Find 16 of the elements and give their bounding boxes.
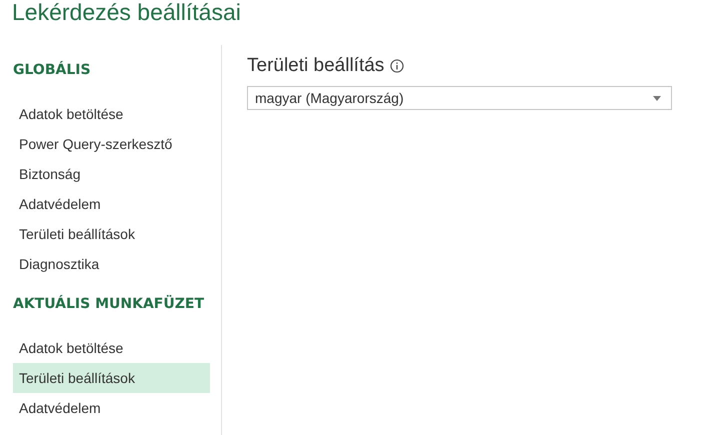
sidebar-heading: GLOBÁLIS — [12, 63, 92, 80]
sidebar-item[interactable]: Power Query-szerkesztő — [13, 129, 210, 159]
caret-icon — [653, 96, 661, 100]
window-title: Lekérdezés beállításai — [11, 0, 242, 27]
sidebar-item[interactable]: Adatvédelem — [13, 189, 210, 219]
sidebar-item[interactable]: Biztonság — [13, 159, 210, 189]
sidebar-item[interactable]: Területi beállítások — [13, 363, 210, 393]
sidebar-item[interactable]: Adatok betöltése — [13, 333, 210, 363]
info-icon[interactable] — [390, 59, 404, 73]
sidebar-item[interactable]: Adatvédelem — [13, 393, 210, 423]
section-heading: Területi beállítás — [247, 55, 384, 77]
sidebar-item[interactable]: Adatok betöltése — [13, 99, 210, 129]
sidebar-heading: AKTUÁLIS MUNKAFÜZET — [12, 297, 205, 314]
sidebar-item[interactable]: Területi beállítások — [13, 219, 210, 249]
locale-dropdown[interactable]: magyar (Magyarország) — [247, 86, 672, 110]
sidebar-item[interactable]: Diagnosztika — [13, 249, 210, 279]
